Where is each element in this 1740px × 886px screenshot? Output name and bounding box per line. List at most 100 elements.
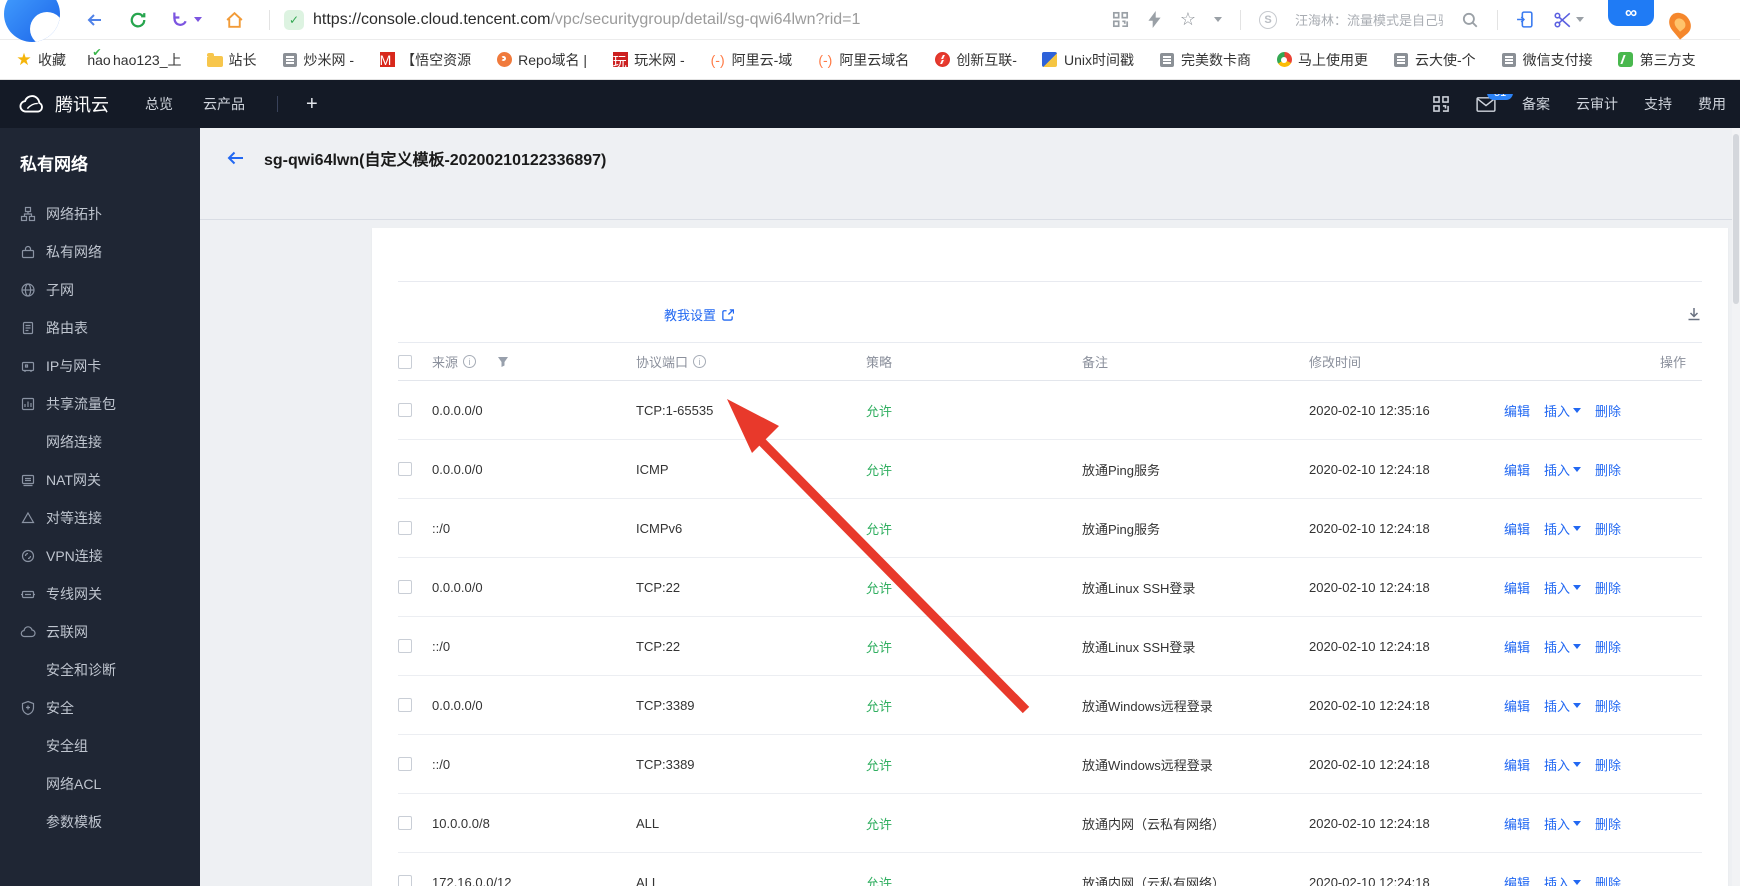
bookmark-item[interactable]: 站长	[206, 50, 257, 70]
sidebar-item[interactable]: NAT网关	[0, 461, 200, 499]
bookmark-item[interactable]: Repo域名 |	[496, 50, 587, 70]
bookmark-item[interactable]: 云大使-个	[1393, 50, 1476, 70]
row-checkbox[interactable]	[398, 698, 412, 712]
page-tab[interactable]	[228, 186, 232, 219]
edit-link[interactable]: 编辑	[1504, 637, 1530, 656]
bookmark-item[interactable]: 完美数卡商	[1159, 50, 1251, 70]
row-checkbox[interactable]	[398, 639, 412, 653]
topnav-item[interactable]: 云审计	[1576, 94, 1618, 114]
toolbar-button[interactable]	[554, 298, 594, 330]
sidebar-item[interactable]: 私有网络	[0, 233, 200, 271]
topnav-item[interactable]: 支持	[1644, 94, 1672, 114]
sidebar-item[interactable]: 安全和诊断	[0, 651, 200, 689]
sidebar-item[interactable]	[0, 841, 200, 879]
sidebar-item[interactable]: 专线网关	[0, 575, 200, 613]
delete-link[interactable]: 删除	[1595, 519, 1621, 538]
sidebar-item[interactable]: 对等连接	[0, 499, 200, 537]
bookmark-item[interactable]: 玩 玩米网 -	[612, 50, 685, 70]
address-bar[interactable]: https://console.cloud.tencent.com/vpc/se…	[313, 11, 860, 29]
bookmark-item[interactable]: 马上使用更	[1276, 50, 1368, 70]
bookmark-item[interactable]: hao ✔ hao123_上	[87, 47, 181, 70]
topnav-item[interactable]: 费用	[1698, 94, 1726, 114]
delete-link[interactable]: 删除	[1595, 578, 1621, 597]
edit-link[interactable]: 编辑	[1504, 401, 1530, 420]
bookmark-item[interactable]: (-) 阿里云-域	[710, 50, 793, 70]
topnav-item[interactable]: 备案	[1522, 94, 1550, 114]
screenshot-scissors-icon[interactable]	[1553, 10, 1584, 29]
sidebar-item[interactable]: 子网	[0, 271, 200, 309]
chevron-down-icon[interactable]	[1214, 17, 1222, 22]
delete-link[interactable]: 删除	[1595, 401, 1621, 420]
toolbar-button[interactable]	[502, 298, 542, 330]
delete-link[interactable]: 删除	[1595, 814, 1621, 833]
back-button[interactable]	[226, 149, 246, 167]
sidebar-item[interactable]: 诊断工具	[0, 879, 200, 886]
chevron-down-icon[interactable]	[1576, 17, 1584, 22]
row-checkbox[interactable]	[398, 875, 412, 886]
sidebar-item[interactable]: 网络连接	[0, 423, 200, 461]
download-icon[interactable]	[1686, 306, 1702, 322]
bookmark-item[interactable]: (-) 阿里云域名	[817, 50, 909, 70]
row-checkbox[interactable]	[398, 462, 412, 476]
browser-logo[interactable]	[4, 0, 60, 42]
insert-link[interactable]: 插入	[1544, 755, 1582, 774]
messages-button[interactable]: 51	[1476, 94, 1514, 113]
sidebar-item[interactable]: VPN连接	[0, 537, 200, 575]
send-to-phone-icon[interactable]	[1516, 10, 1535, 29]
topnav-item[interactable]: 总览	[145, 94, 173, 114]
flash-accelerate-icon[interactable]	[1147, 11, 1162, 28]
insert-link[interactable]: 插入	[1544, 401, 1582, 420]
sidebar-item[interactable]: 云联网	[0, 613, 200, 651]
delete-link[interactable]: 删除	[1595, 755, 1621, 774]
scrollbar-thumb[interactable]	[1733, 134, 1739, 304]
select-all-checkbox[interactable]	[398, 354, 412, 369]
row-checkbox[interactable]	[398, 816, 412, 830]
toolbar-button[interactable]	[450, 298, 490, 330]
insert-link[interactable]: 插入	[1544, 814, 1582, 833]
filter-funnel-icon[interactable]	[497, 356, 509, 368]
topnav-item[interactable]: 云产品	[203, 94, 245, 114]
search-icon[interactable]	[1461, 11, 1479, 29]
scan-icon[interactable]	[1432, 95, 1450, 113]
delete-link[interactable]: 删除	[1595, 637, 1621, 656]
home-icon[interactable]	[224, 10, 245, 30]
sidebar-item[interactable]: IP与网卡	[0, 347, 200, 385]
page-tab[interactable]	[278, 186, 282, 219]
info-icon[interactable]: i	[463, 355, 477, 368]
undo-icon[interactable]	[170, 10, 202, 30]
bookmark-item[interactable]: 微信支付接	[1501, 50, 1593, 70]
info-icon[interactable]: i	[693, 355, 707, 368]
add-tab-button[interactable]: +	[306, 93, 318, 116]
scrollbar[interactable]	[1732, 128, 1740, 886]
tencent-cloud-logo[interactable]: 腾讯云	[18, 91, 109, 117]
sidebar-item[interactable]: 路由表	[0, 309, 200, 347]
insert-link[interactable]: 插入	[1544, 578, 1582, 597]
hot-search-text[interactable]: 汪海林：流量模式是自己骗自	[1295, 10, 1443, 29]
refresh-icon[interactable]	[128, 10, 148, 30]
sidebar-item[interactable]: 网络拓扑	[0, 195, 200, 233]
insert-link[interactable]: 插入	[1544, 696, 1582, 715]
toolbar-button[interactable]	[606, 298, 646, 330]
sidebar-item[interactable]: 网络ACL	[0, 765, 200, 803]
edit-link[interactable]: 编辑	[1504, 519, 1530, 538]
sidebar-item[interactable]: 共享流量包	[0, 385, 200, 423]
delete-link[interactable]: 删除	[1595, 460, 1621, 479]
edit-link[interactable]: 编辑	[1504, 873, 1530, 886]
delete-link[interactable]: 删除	[1595, 873, 1621, 886]
edit-link[interactable]: 编辑	[1504, 755, 1530, 774]
download-badge[interactable]: ∞	[1608, 0, 1654, 26]
delete-link[interactable]: 删除	[1595, 696, 1621, 715]
insert-link[interactable]: 插入	[1544, 519, 1582, 538]
chevron-down-icon[interactable]	[194, 17, 202, 22]
row-checkbox[interactable]	[398, 403, 412, 417]
extensions-grid-icon[interactable]	[1112, 11, 1129, 28]
edit-link[interactable]: 编辑	[1504, 814, 1530, 833]
row-checkbox[interactable]	[398, 580, 412, 594]
row-checkbox[interactable]	[398, 757, 412, 771]
edit-link[interactable]: 编辑	[1504, 696, 1530, 715]
secure-shield-icon[interactable]: ✓	[284, 9, 304, 30]
edit-link[interactable]: 编辑	[1504, 460, 1530, 479]
sidebar-item[interactable]: 安全	[0, 689, 200, 727]
sidebar-item[interactable]: 参数模板	[0, 803, 200, 841]
bookmark-item[interactable]: 创新互联-	[934, 50, 1017, 70]
